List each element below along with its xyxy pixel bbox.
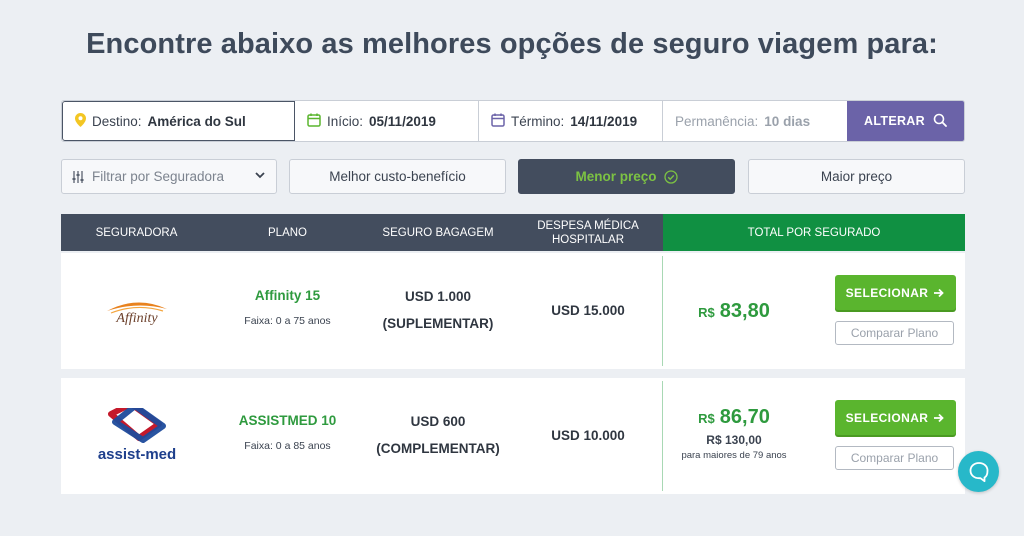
total-price: R$ 86,70	[663, 406, 805, 429]
select-button-label: SELECIONAR	[845, 410, 929, 425]
affinity-logo: Affinity	[101, 297, 173, 327]
end-date-label: Término:	[511, 113, 565, 129]
select-button-label: SELECIONAR	[845, 285, 929, 300]
end-date-value: 14/11/2019	[570, 113, 638, 129]
start-date-value: 05/11/2019	[369, 113, 436, 129]
column-header-total: TOTAL POR SEGURADO	[663, 214, 965, 251]
column-header-insurer: SEGURADORA	[95, 226, 178, 239]
plan-cell: Affinity 15 Faixa: 0 a 75 anos	[212, 288, 363, 327]
senior-price-note: para maiores de 79 anos	[681, 450, 787, 461]
price-value: 83,80	[719, 300, 770, 322]
medical-expense: USD 10.000	[551, 428, 625, 443]
sort-lowest-price-button[interactable]: Menor preço	[518, 159, 735, 194]
search-icon	[933, 113, 947, 130]
destination-label: Destino:	[92, 113, 142, 129]
price-value: 86,70	[719, 406, 770, 428]
total-price-cell: R$ 86,70 R$ 130,00 para maiores de 79 ano…	[663, 406, 805, 461]
location-pin-icon	[75, 112, 86, 130]
plan-cell: ASSISTMED 10 Faixa: 0 a 85 anos	[212, 413, 363, 452]
total-price-cell: R$ 83,80	[663, 300, 805, 323]
search-summary-bar: Destino: América do Sul Início: 05/11/20…	[61, 100, 965, 142]
plan-age-range: Faixa: 0 a 75 anos	[244, 315, 331, 327]
start-date-label: Início:	[327, 113, 364, 129]
select-plan-button[interactable]: SELECIONAR	[835, 400, 956, 435]
destination-field[interactable]: Destino: América do Sul	[62, 101, 295, 141]
column-header-medical: DESPESA MÉDICA HOSPITALAR	[537, 219, 639, 246]
assist-med-logo: assist-med	[97, 401, 177, 464]
total-price: R$ 83,80	[663, 300, 805, 323]
plan-name: Affinity 15	[254, 288, 321, 303]
sort-lowest-price-label: Menor preço	[575, 169, 657, 184]
price-currency: R$	[698, 411, 715, 426]
baggage-cell: USD 600 (COMPLEMENTAR)	[363, 408, 513, 462]
chat-widget-button[interactable]	[958, 451, 999, 492]
compare-plan-button[interactable]: Comparar Plano	[835, 446, 954, 470]
plan-age-range: Faixa: 0 a 85 anos	[244, 440, 331, 452]
results-table-header: SEGURADORA PLANO SEGURO BAGAGEM DESPESA …	[61, 214, 965, 251]
end-date-field[interactable]: Término: 14/11/2019	[479, 101, 663, 141]
affinity-logo-text: Affinity	[115, 311, 158, 326]
sort-best-value-button[interactable]: Melhor custo-benefício	[289, 159, 506, 194]
table-row: Affinity Affinity 15 Faixa: 0 a 75 anos …	[61, 253, 965, 369]
change-search-button[interactable]: ALTERAR	[847, 101, 964, 141]
price-currency: R$	[698, 305, 715, 320]
start-date-field[interactable]: Início: 05/11/2019	[295, 101, 479, 141]
chat-bubble-icon	[968, 461, 990, 483]
baggage-amount: USD 1.000	[404, 289, 472, 304]
check-circle-icon	[663, 169, 678, 184]
table-row: assist-med ASSISTMED 10 Faixa: 0 a 85 an…	[61, 378, 965, 494]
insurer-filter-label: Filtrar por Seguradora	[92, 169, 225, 184]
sort-highest-price-button[interactable]: Maior preço	[748, 159, 965, 194]
destination-value: América do Sul	[147, 113, 246, 129]
select-plan-button[interactable]: SELECIONAR	[835, 275, 956, 310]
baggage-type: (COMPLEMENTAR)	[376, 441, 500, 456]
chevron-down-icon	[254, 169, 266, 184]
senior-price: R$ 130,00	[706, 433, 762, 447]
stay-label: Permanência:	[675, 113, 759, 129]
assist-med-logo-text: assist-med	[98, 446, 176, 463]
column-header-plan: PLANO	[268, 226, 307, 239]
stay-value: 10 dias	[764, 113, 811, 129]
stay-duration-field: Permanência: 10 dias	[663, 101, 847, 141]
calendar-icon	[491, 113, 505, 130]
medical-expense: USD 15.000	[551, 303, 625, 318]
change-button-label: ALTERAR	[864, 114, 925, 128]
plan-name: ASSISTMED 10	[238, 413, 337, 428]
compare-plan-button[interactable]: Comparar Plano	[835, 321, 954, 345]
arrow-right-icon	[934, 413, 945, 423]
filter-sliders-icon	[72, 170, 86, 184]
column-header-baggage: SEGURO BAGAGEM	[382, 226, 494, 239]
page-title: Encontre abaixo as melhores opções de se…	[86, 28, 938, 60]
arrow-right-icon	[934, 288, 945, 298]
baggage-cell: USD 1.000 (SUPLEMENTAR)	[363, 283, 513, 337]
insurer-filter-select[interactable]: Filtrar por Seguradora	[61, 159, 277, 194]
calendar-icon	[307, 113, 321, 130]
baggage-type: (SUPLEMENTAR)	[382, 316, 494, 331]
baggage-amount: USD 600	[410, 414, 466, 429]
